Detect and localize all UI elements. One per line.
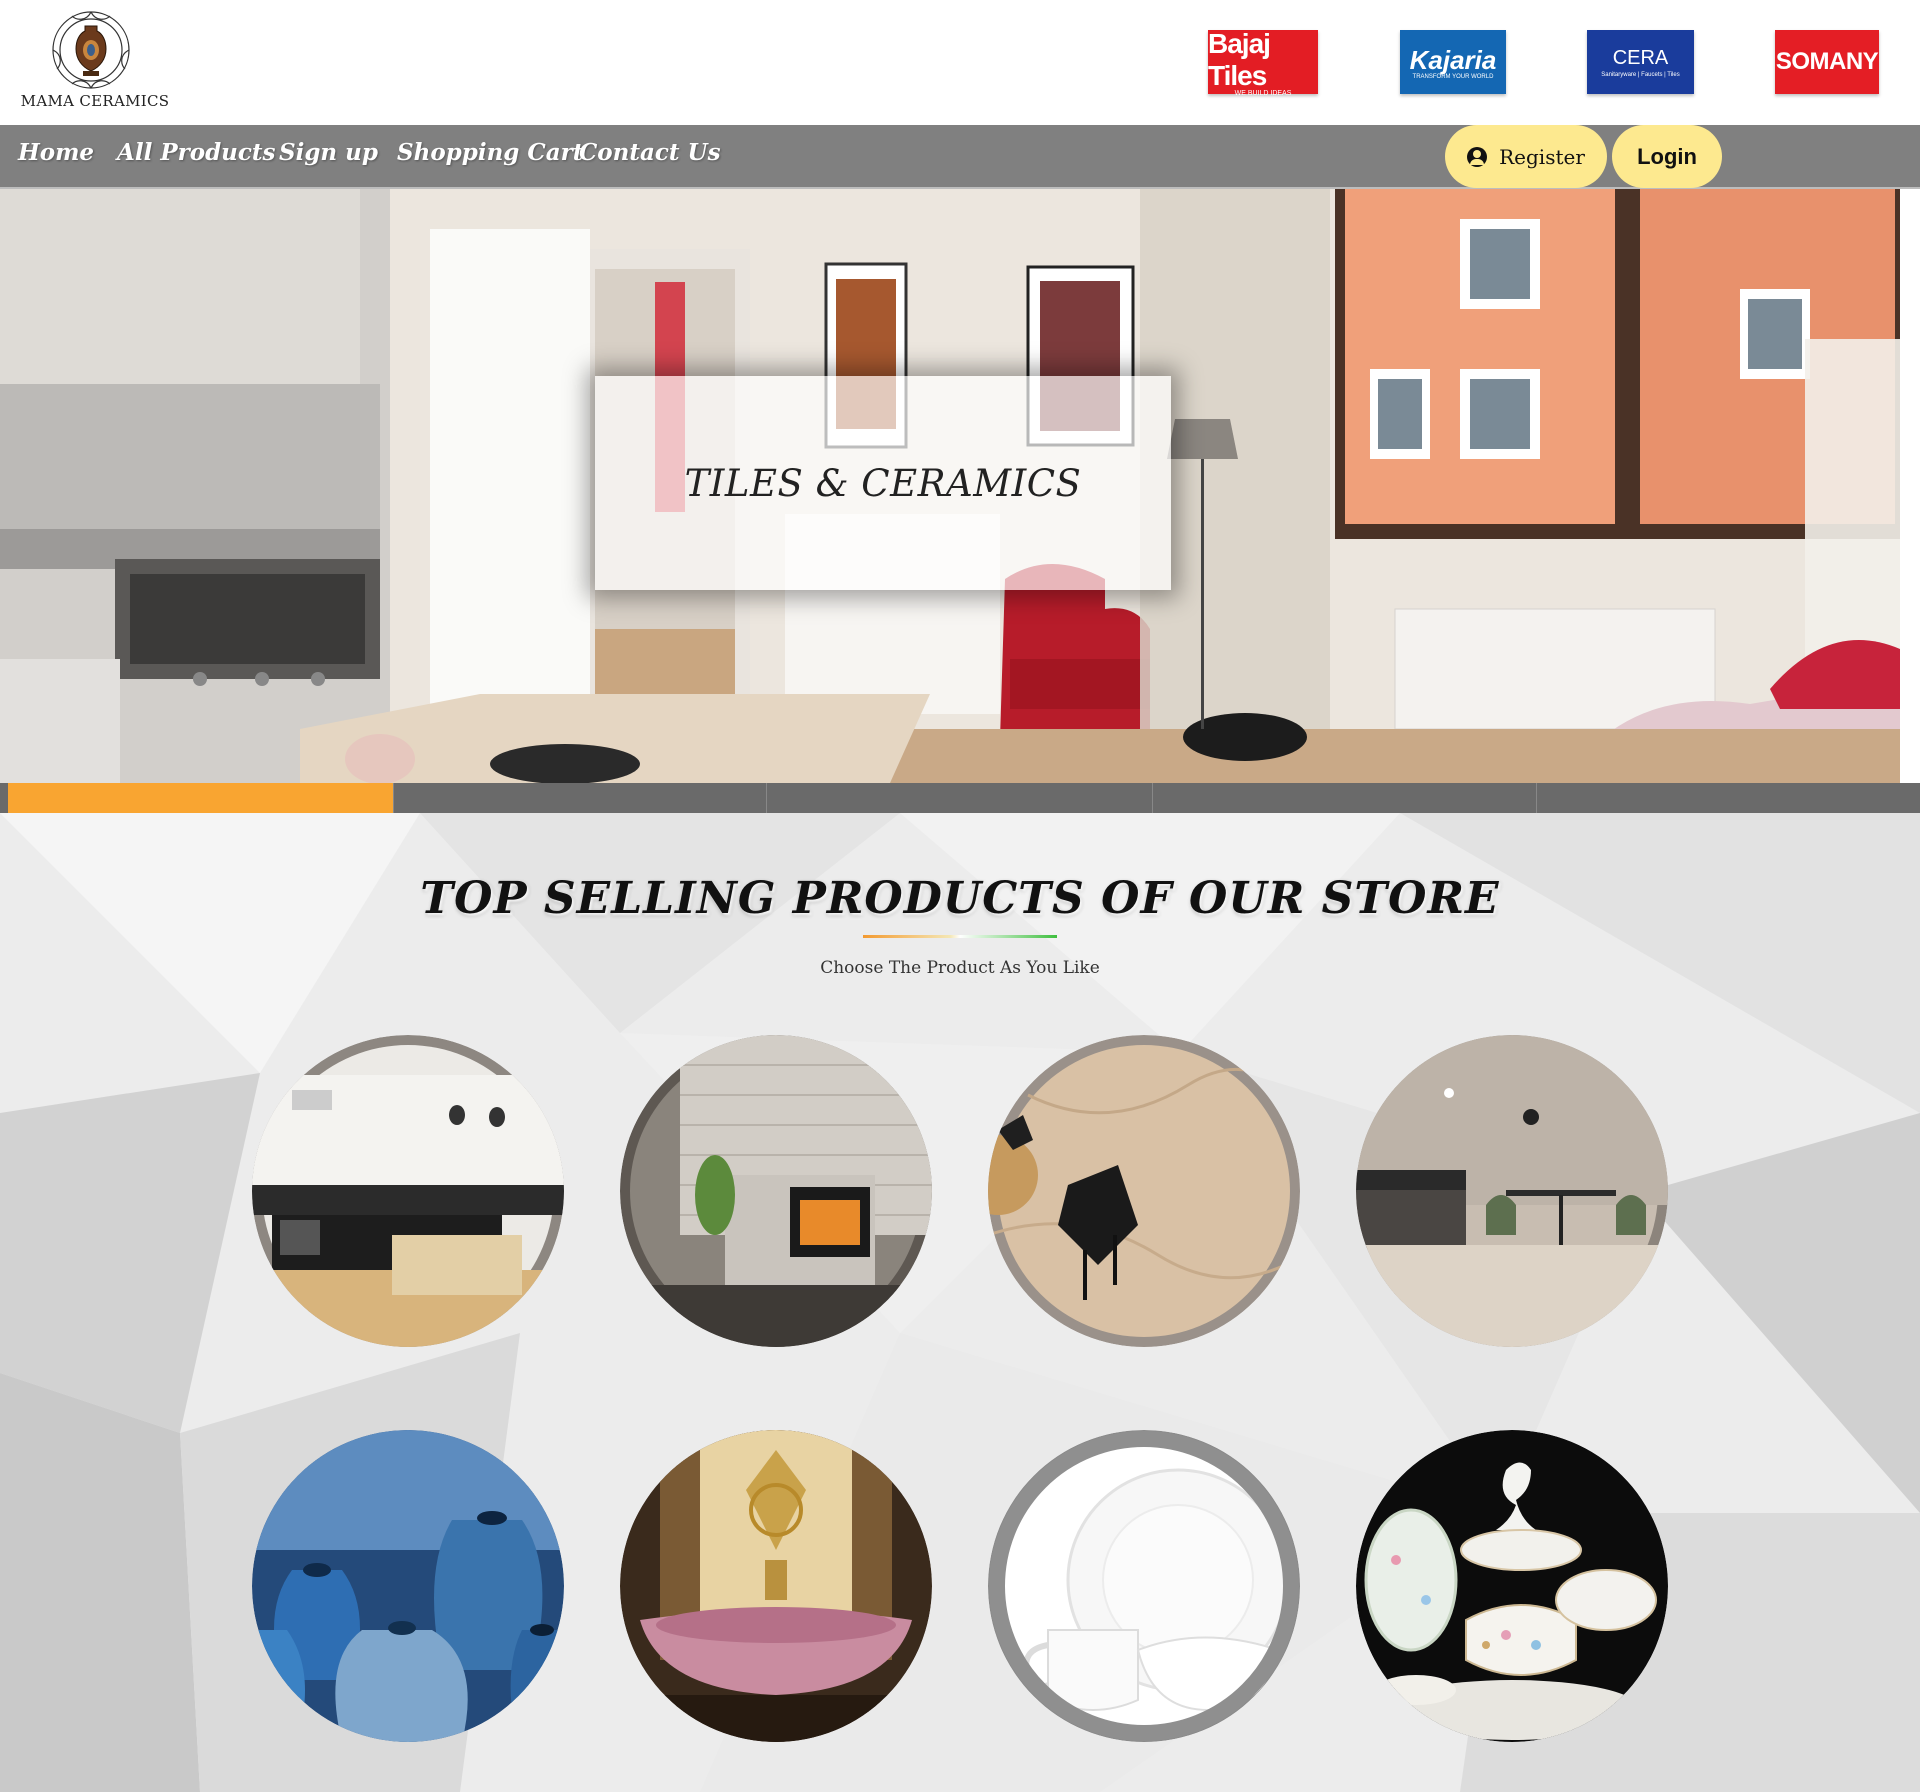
product-blue-ceramic-vases[interactable] bbox=[252, 1430, 564, 1742]
hero-caption: TILES & CERAMICS bbox=[684, 461, 1082, 505]
product-stone-wall-fireplace[interactable] bbox=[620, 1035, 932, 1347]
hero-slider[interactable]: TILES & CERAMICS bbox=[0, 189, 1900, 783]
brand-name: CERA bbox=[1612, 46, 1669, 69]
slide-indicator[interactable] bbox=[1536, 783, 1920, 813]
product-dining-room-floor[interactable] bbox=[1356, 1035, 1668, 1347]
brand-tagline: WE BUILD IDEAS bbox=[1234, 89, 1292, 97]
bajaj-tiles-logo[interactable]: Bajaj Tiles WE BUILD IDEAS bbox=[1208, 27, 1318, 97]
slide-indicator[interactable] bbox=[1152, 783, 1536, 813]
register-button[interactable]: Register bbox=[1445, 125, 1607, 188]
slide-indicator[interactable] bbox=[766, 783, 1151, 813]
top-selling-section: TOP SELLING PRODUCTS OF OUR STORE Choose… bbox=[0, 813, 1920, 1792]
kajaria-logo[interactable]: Kajaria TRANSFORM YOUR WORLD bbox=[1400, 30, 1506, 94]
slide-indicator[interactable] bbox=[393, 783, 766, 813]
nav-contact-us[interactable]: Contact Us bbox=[579, 139, 721, 166]
hero-caption-box: TILES & CERAMICS bbox=[595, 376, 1171, 590]
brand-name: SOMANY bbox=[1775, 48, 1879, 75]
brand-name: Kajaria bbox=[1409, 44, 1497, 75]
slide-indicator-active[interactable] bbox=[8, 783, 393, 813]
product-white-plates-and-cups[interactable] bbox=[988, 1430, 1300, 1742]
product-pink-stone-basin[interactable] bbox=[620, 1430, 932, 1742]
nav-home[interactable]: Home bbox=[18, 139, 94, 166]
brand-tagline: TRANSFORM YOUR WORLD bbox=[1412, 73, 1494, 80]
hero-edge bbox=[1900, 189, 1920, 783]
section-subtitle: Choose The Product As You Like bbox=[820, 958, 1100, 978]
brand-tagline: Sanitaryware | Faucets | Tiles bbox=[1601, 71, 1680, 78]
nav-sign-up[interactable]: Sign up bbox=[279, 139, 378, 166]
vase-emblem-icon bbox=[52, 11, 130, 89]
logo-text: MAMA CERAMICS bbox=[20, 92, 170, 110]
product-marble-floor-tiles[interactable] bbox=[988, 1035, 1300, 1347]
product-kitchen-interior[interactable] bbox=[252, 1035, 564, 1347]
somany-logo[interactable]: SOMANY bbox=[1775, 30, 1879, 94]
login-label: Login bbox=[1637, 143, 1697, 169]
login-button[interactable]: Login bbox=[1612, 125, 1722, 188]
user-circle-icon bbox=[1467, 146, 1488, 167]
title-underline bbox=[863, 935, 1057, 938]
register-label: Register bbox=[1499, 144, 1585, 169]
site-header: MAMA CERAMICS Bajaj Tiles WE BUILD IDEAS… bbox=[0, 0, 1920, 125]
section-title: TOP SELLING PRODUCTS OF OUR STORE bbox=[420, 873, 1500, 924]
nav-shopping-cart[interactable]: Shopping Cart bbox=[397, 139, 583, 166]
nav-all-products[interactable]: All Products bbox=[117, 139, 275, 166]
cera-logo[interactable]: CERA Sanitaryware | Faucets | Tiles bbox=[1587, 30, 1694, 94]
product-floral-dinner-set[interactable] bbox=[1356, 1430, 1668, 1742]
site-logo[interactable]: MAMA CERAMICS bbox=[20, 8, 170, 116]
brand-name: Bajaj Tiles bbox=[1208, 27, 1271, 91]
